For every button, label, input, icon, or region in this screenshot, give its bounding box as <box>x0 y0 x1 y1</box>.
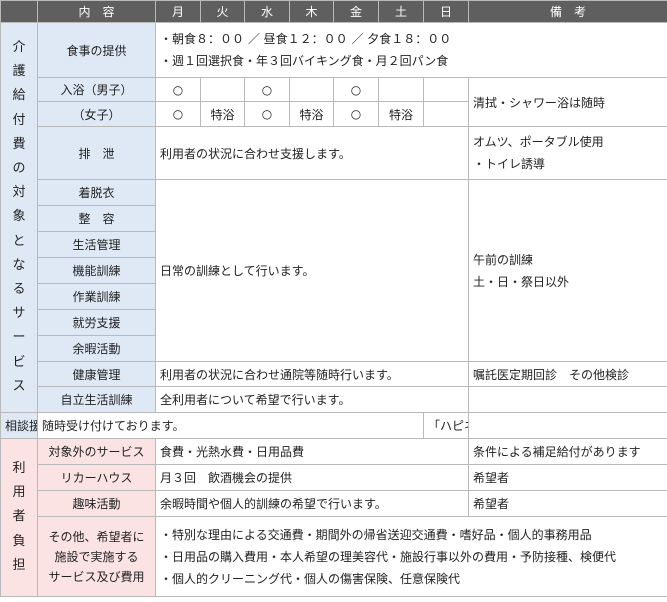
hobby-note: 希望者 <box>468 490 667 517</box>
bath-female-thu: 特浴 <box>289 101 334 127</box>
hobby-content: 余暇時間や個人的訓練の希望で行います。 <box>155 490 469 517</box>
header-item: 内 容 <box>37 0 156 23</box>
header-row: 内 容 月 火 水 木 金 土 日 備 考 <box>0 0 667 23</box>
header-sun: 日 <box>423 0 469 23</box>
health-row: 健康管理 利用者の状況に合わせ通院等随時行います。 嘱託医定期回診 その他検診 <box>1 361 667 387</box>
bath-note: 清拭・シャワー浴は随時 <box>468 77 667 127</box>
bath-male-row: 入浴（男子） ○ ○ ○ 清拭・シャワー浴は随時 <box>1 77 667 127</box>
other-line2: ・日用品の購入費用・本人希望の理美容代・施設行事以外の費用・予防接種、検便代 <box>160 549 617 564</box>
bath-female-sun <box>423 101 469 127</box>
hobby-label: 趣味活動 <box>37 490 156 517</box>
other-label-line2: 施設で実施する <box>54 549 139 564</box>
meals-line1: ・朝食８：００ ／ 昼食１２：００ ／ 夕食１８：００ <box>160 32 452 46</box>
training-note: 午前の訓練 土・日・祭日以外 <box>468 179 667 362</box>
training-label-work: 作業訓練 <box>37 283 156 310</box>
consult-row: 相談援助 随時受け付けております。 「ハピネスボックス」も活用 <box>0 412 667 439</box>
training-note-line2: 土・日・祭日以外 <box>473 274 570 289</box>
header-tue: 火 <box>200 0 245 23</box>
bath-female-fri: ○ <box>333 101 379 127</box>
group-self-pay-label: 利用者負担 <box>12 460 26 573</box>
bath-male-thu <box>289 77 334 102</box>
training-label-function: 機能訓練 <box>37 257 156 284</box>
group-covered-label: 介護給付費の対象となるサービス <box>12 39 26 394</box>
excretion-note-line2: ・トイレ誘導 <box>473 157 546 171</box>
other-label: その他、希望者に 施設で実施する サービス及び費用 <box>37 516 156 597</box>
consult-note: 「ハピネスボックス」も活用 <box>423 412 469 439</box>
training-content: 日常の訓練として行います。 <box>155 179 469 362</box>
meals-content: ・朝食８：００ ／ 昼食１２：００ ／ 夕食１８：００ ・週１回選択食・年３回バ… <box>155 22 667 78</box>
header-thu: 木 <box>289 0 334 23</box>
other-line3: ・個人的クリーニング代・個人の傷害保険、任意保険代 <box>160 571 461 586</box>
meals-line2: ・週１回選択食・年３回バイキング食・月２回パン食 <box>160 54 449 68</box>
training-label-dressing: 着脱衣 <box>37 179 156 206</box>
health-label: 健康管理 <box>37 361 156 387</box>
training-row: 着脱衣 日常の訓練として行います。 午前の訓練 土・日・祭日以外 <box>1 179 667 362</box>
other-line1: ・特別な理由による交通費・期間外の帰省送迎交通費・嗜好品・個人的事務用品 <box>160 527 592 542</box>
liquor-note: 希望者 <box>468 464 667 491</box>
group-covered: 介護給付費の対象となるサービス <box>0 22 38 413</box>
consult-label: 相談援助 <box>0 412 38 439</box>
training-label-leisure: 余暇活動 <box>37 335 156 362</box>
excretion-note: オムツ、ポータブル使用 ・トイレ誘導 <box>468 126 667 180</box>
bath-female-label: （女子） <box>37 101 156 127</box>
header-wed: 水 <box>244 0 290 23</box>
training-label-grooming: 整 容 <box>37 205 156 232</box>
independence-row: 自立生活訓練 全利用者について希望で行います。 <box>1 386 667 413</box>
service-table: 内 容 月 火 水 木 金 土 日 備 考 介護給付費の対象となるサービス 食事… <box>0 0 667 597</box>
bath-female-mon: ○ <box>155 101 201 127</box>
independence-content: 全利用者について希望で行います。 <box>155 386 469 413</box>
excluded-label: 対象外のサービス <box>37 438 156 465</box>
excluded-note: 条件による補足給付があります <box>468 438 667 465</box>
bath-male-sat <box>378 77 424 102</box>
header-mon: 月 <box>155 0 201 23</box>
other-row: その他、希望者に 施設で実施する サービス及び費用 ・特別な理由による交通費・期… <box>1 516 667 597</box>
meals-row: 介護給付費の対象となるサービス 食事の提供 ・朝食８：００ ／ 昼食１２：００ … <box>0 22 667 413</box>
bath-male-label: 入浴（男子） <box>37 77 156 102</box>
hobby-row: 趣味活動 余暇時間や個人的訓練の希望で行います。 希望者 <box>1 490 667 517</box>
bath-male-sun <box>423 77 469 102</box>
liquor-content: 月３回 飲酒機会の提供 <box>155 464 469 491</box>
bath-female-tue: 特浴 <box>200 101 245 127</box>
consult-content: 随時受け付けております。 <box>37 412 424 439</box>
training-note-line1: 午前の訓練 <box>473 252 534 267</box>
liquor-label: リカーハウス <box>37 464 156 491</box>
excretion-row: 排 泄 利用者の状況に合わせ支援します。 オムツ、ポータブル使用 ・トイレ誘導 <box>1 126 667 180</box>
excretion-content: 利用者の状況に合わせ支援します。 <box>155 126 469 180</box>
independence-note <box>468 386 667 413</box>
other-content: ・特別な理由による交通費・期間外の帰省送迎交通費・嗜好品・個人的事務用品 ・日用… <box>155 516 667 597</box>
header-note: 備 考 <box>468 0 667 23</box>
other-label-line3: サービス及び費用 <box>48 569 145 584</box>
meals-label: 食事の提供 <box>37 22 156 78</box>
excretion-label: 排 泄 <box>37 126 156 180</box>
excluded-content: 食費・光熱水費・日用品費 <box>155 438 469 465</box>
training-label-life: 生活管理 <box>37 231 156 258</box>
header-sat: 土 <box>378 0 424 23</box>
group-self-pay: 利用者負担 <box>0 438 38 597</box>
excretion-note-line1: オムツ、ポータブル使用 <box>473 135 604 149</box>
training-label-employment: 就労支援 <box>37 309 156 336</box>
bath-female-wed: ○ <box>244 101 290 127</box>
bath-male-wed: ○ <box>244 77 290 102</box>
health-note: 嘱託医定期回診 その他検診 <box>468 361 667 387</box>
bath-male-tue <box>200 77 245 102</box>
independence-label: 自立生活訓練 <box>37 386 156 413</box>
header-blank <box>0 0 38 23</box>
liquor-row: リカーハウス 月３回 飲酒機会の提供 希望者 <box>1 464 667 491</box>
other-label-line1: その他、希望者に <box>48 529 145 544</box>
health-content: 利用者の状況に合わせ通院等随時行います。 <box>155 361 469 387</box>
excluded-row: 利用者負担 対象外のサービス 食費・光熱水費・日用品費 条件による補足給付があり… <box>0 438 667 597</box>
header-fri: 金 <box>333 0 379 23</box>
bath-male-fri: ○ <box>333 77 379 102</box>
bath-male-mon: ○ <box>155 77 201 102</box>
bath-female-sat: 特浴 <box>378 101 424 127</box>
